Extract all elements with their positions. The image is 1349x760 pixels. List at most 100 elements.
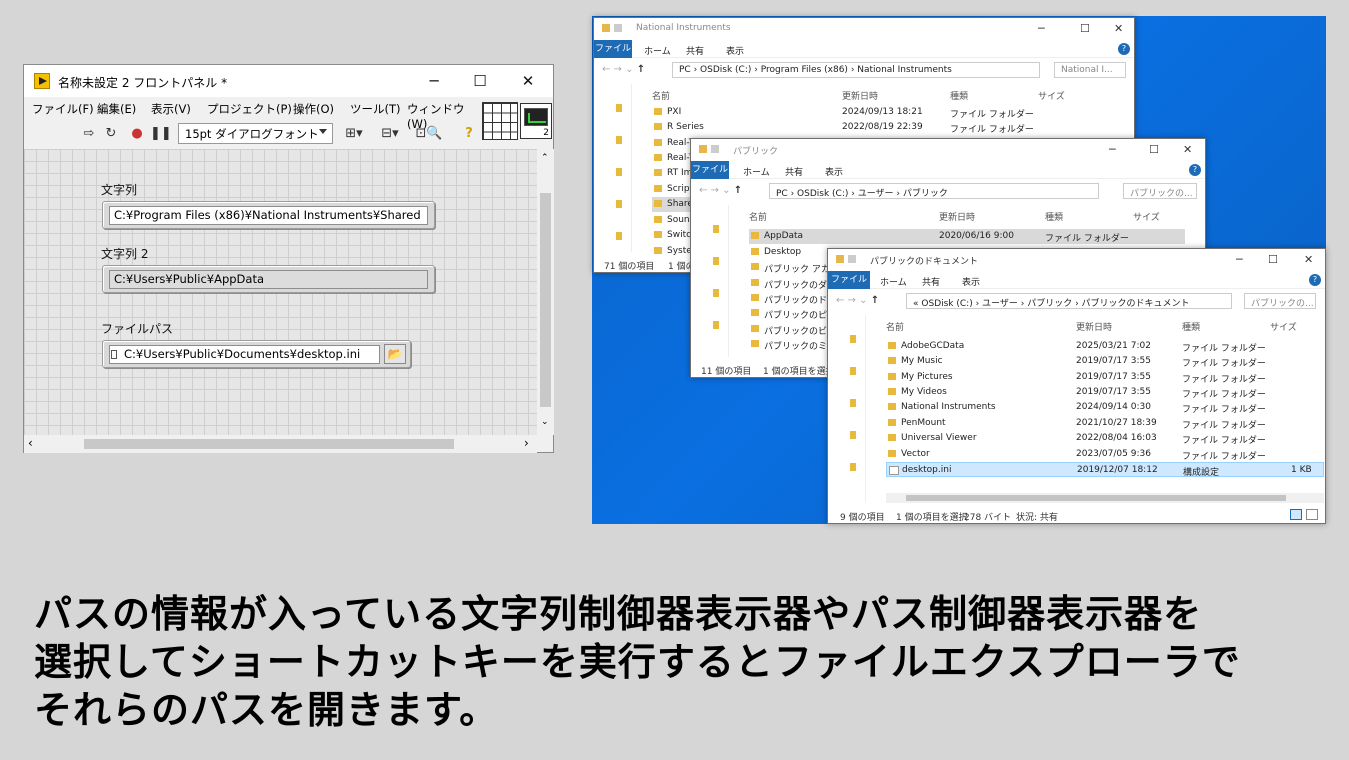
- search-input[interactable]: パブリックの...: [1244, 293, 1316, 309]
- pause-icon[interactable]: ❚❚: [150, 125, 172, 143]
- list-item[interactable]: My Videos 2019/07/17 3:55 ファイル フォルダー: [886, 385, 1324, 400]
- menu-view[interactable]: 表示(V): [151, 101, 191, 117]
- breadcrumb-1[interactable]: PC: [679, 65, 691, 75]
- scroll-right-icon[interactable]: ›: [524, 436, 529, 450]
- ribbon-tab-view[interactable]: 表示: [825, 165, 843, 178]
- ribbon-tab-home[interactable]: ホーム: [880, 275, 907, 288]
- breadcrumb-4[interactable]: パブリック: [903, 189, 948, 198]
- close-button[interactable]: ✕: [518, 71, 538, 91]
- close-button[interactable]: ✕: [1114, 22, 1123, 35]
- front-panel-canvas[interactable]: 文字列 C:¥Program Files (x86)¥National Inst…: [24, 149, 537, 435]
- details-view-icon[interactable]: [1290, 509, 1302, 520]
- horizontal-scrollbar[interactable]: ‹ ›: [24, 435, 537, 453]
- menu-tools[interactable]: ツール(T): [350, 101, 401, 117]
- scroll-thumb[interactable]: [540, 193, 551, 407]
- maximize-button[interactable]: ☐: [1080, 22, 1090, 35]
- scroll-thumb-h[interactable]: [906, 495, 1286, 501]
- help-icon[interactable]: ?: [1118, 43, 1130, 55]
- breadcrumb-3[interactable]: ユーザー: [858, 189, 894, 198]
- distribute-objects-icon[interactable]: ⊟▾: [376, 125, 404, 143]
- address-bar[interactable]: PC › OSDisk (C:) › ユーザー › パブリック: [769, 183, 1099, 199]
- ribbon-tab-home[interactable]: ホーム: [743, 165, 770, 178]
- ribbon-tab-view[interactable]: 表示: [726, 44, 744, 57]
- list-item[interactable]: PXI 2024/09/13 18:21 ファイル フォルダー: [652, 105, 1122, 120]
- ribbon-tab-share[interactable]: 共有: [686, 44, 704, 57]
- col-type[interactable]: 種類: [1182, 320, 1200, 333]
- horizontal-scrollbar[interactable]: [886, 493, 1324, 503]
- close-button[interactable]: ✕: [1183, 143, 1192, 156]
- menu-edit[interactable]: 編集(E): [97, 101, 136, 117]
- scroll-left-icon[interactable]: ‹: [28, 436, 33, 450]
- list-item[interactable]: R Series 2022/08/19 22:39 ファイル フォルダー: [652, 120, 1122, 135]
- navigation-pane[interactable]: [828, 315, 866, 503]
- menu-operate[interactable]: 操作(O): [293, 101, 334, 117]
- minimize-button[interactable]: ─: [1038, 22, 1045, 35]
- list-item[interactable]: PenMount 2021/10/27 18:39 ファイル フォルダー: [886, 416, 1324, 431]
- list-item[interactable]: National Instruments 2024/09/14 0:30 ファイル …: [886, 400, 1324, 415]
- ribbon-tab-home[interactable]: ホーム: [644, 44, 671, 57]
- ribbon-tab-share[interactable]: 共有: [922, 275, 940, 288]
- string2-indicator[interactable]: C:¥Users¥Public¥AppData: [102, 265, 435, 293]
- list-item[interactable]: Vector 2023/07/05 9:36 ファイル フォルダー: [886, 447, 1324, 462]
- col-type[interactable]: 種類: [950, 89, 968, 102]
- minimize-button[interactable]: ─: [424, 71, 444, 91]
- address-bar[interactable]: PC › OSDisk (C:) › Program Files (x86) ›…: [672, 62, 1040, 78]
- list-item-selected[interactable]: AppData 2020/06/16 9:00 ファイル フォルダー: [749, 229, 1185, 244]
- minimize-button[interactable]: ─: [1109, 143, 1116, 156]
- font-selector[interactable]: 15pt ダイアログフォント: [178, 123, 333, 144]
- scroll-down-icon[interactable]: ⌄: [541, 417, 549, 427]
- maximize-button[interactable]: ☐: [470, 71, 490, 91]
- vertical-scrollbar[interactable]: ⌃ ⌄: [537, 149, 554, 435]
- maximize-button[interactable]: ☐: [1149, 143, 1159, 156]
- col-date[interactable]: 更新日時: [939, 210, 975, 223]
- string1-control[interactable]: C:¥Program Files (x86)¥National Instrume…: [102, 201, 435, 229]
- close-button[interactable]: ✕: [1304, 253, 1313, 266]
- align-objects-icon[interactable]: ⊞▾: [340, 125, 368, 143]
- abort-icon[interactable]: ●: [128, 125, 146, 143]
- col-date[interactable]: 更新日時: [842, 89, 878, 102]
- list-item[interactable]: AdobeGCData 2025/03/21 7:02 ファイル フォルダー: [886, 339, 1324, 354]
- run-arrow-icon[interactable]: ⇨: [80, 125, 98, 143]
- col-size[interactable]: サイズ: [1133, 210, 1160, 223]
- navigation-pane[interactable]: [594, 84, 632, 252]
- col-name[interactable]: 名前: [886, 320, 904, 333]
- minimize-button[interactable]: ─: [1236, 253, 1243, 266]
- breadcrumb-5[interactable]: パブリックのドキュメント: [1082, 299, 1190, 308]
- breadcrumb-2[interactable]: OSDisk (C:): [797, 189, 848, 198]
- scroll-thumb-h[interactable]: [84, 439, 454, 449]
- scroll-up-icon[interactable]: ⌃: [541, 153, 549, 163]
- browse-folder-button[interactable]: 📂: [384, 344, 406, 364]
- menu-project[interactable]: プロジェクト(P): [207, 101, 292, 117]
- ribbon-tab-file[interactable]: ファイル: [691, 161, 729, 179]
- path-input[interactable]: C:¥Users¥Public¥Documents¥desktop.ini: [109, 345, 380, 364]
- breadcrumb-3[interactable]: ユーザー: [982, 299, 1018, 308]
- menu-file[interactable]: ファイル(F): [32, 101, 94, 117]
- search-input[interactable]: National I...: [1054, 62, 1126, 78]
- help-icon[interactable]: ?: [460, 125, 478, 143]
- breadcrumb-3[interactable]: Program Files (x86): [761, 65, 848, 75]
- col-name[interactable]: 名前: [652, 89, 670, 102]
- breadcrumb-2[interactable]: OSDisk (C:): [700, 65, 751, 75]
- list-item[interactable]: My Pictures 2019/07/17 3:55 ファイル フォルダー: [886, 370, 1324, 385]
- list-item-selected-file[interactable]: desktop.ini 2019/12/07 18:12 構成設定 1 KB: [886, 462, 1324, 478]
- breadcrumb-4[interactable]: パブリック: [1027, 299, 1072, 308]
- breadcrumb-1[interactable]: «: [913, 299, 919, 308]
- nav-buttons[interactable]: ← → ⌄ ↑: [602, 64, 645, 75]
- col-size[interactable]: サイズ: [1038, 89, 1065, 102]
- col-size[interactable]: サイズ: [1270, 320, 1297, 333]
- resize-search-icon[interactable]: ⊡🔍: [412, 125, 446, 143]
- breadcrumb-2[interactable]: OSDisk (C:): [921, 299, 972, 308]
- ribbon-tab-share[interactable]: 共有: [785, 165, 803, 178]
- address-bar[interactable]: « OSDisk (C:) › ユーザー › パブリック › パブリックのドキュ…: [906, 293, 1232, 309]
- breadcrumb-4[interactable]: National Instruments: [857, 65, 952, 75]
- breadcrumb-1[interactable]: PC: [776, 189, 788, 198]
- help-icon[interactable]: ?: [1309, 274, 1321, 286]
- vi-icon[interactable]: 2: [520, 103, 552, 139]
- ribbon-tab-view[interactable]: 表示: [962, 275, 980, 288]
- search-input[interactable]: パブリックの...: [1123, 183, 1197, 199]
- list-item[interactable]: Universal Viewer 2022/08/04 16:03 ファイル フォル…: [886, 431, 1324, 446]
- string1-input[interactable]: C:¥Program Files (x86)¥National Instrume…: [109, 206, 428, 225]
- nav-buttons[interactable]: ← → ⌄ ↑: [836, 295, 879, 306]
- ribbon-tab-file[interactable]: ファイル: [594, 40, 632, 58]
- path-control[interactable]: C:¥Users¥Public¥Documents¥desktop.ini 📂: [102, 340, 411, 368]
